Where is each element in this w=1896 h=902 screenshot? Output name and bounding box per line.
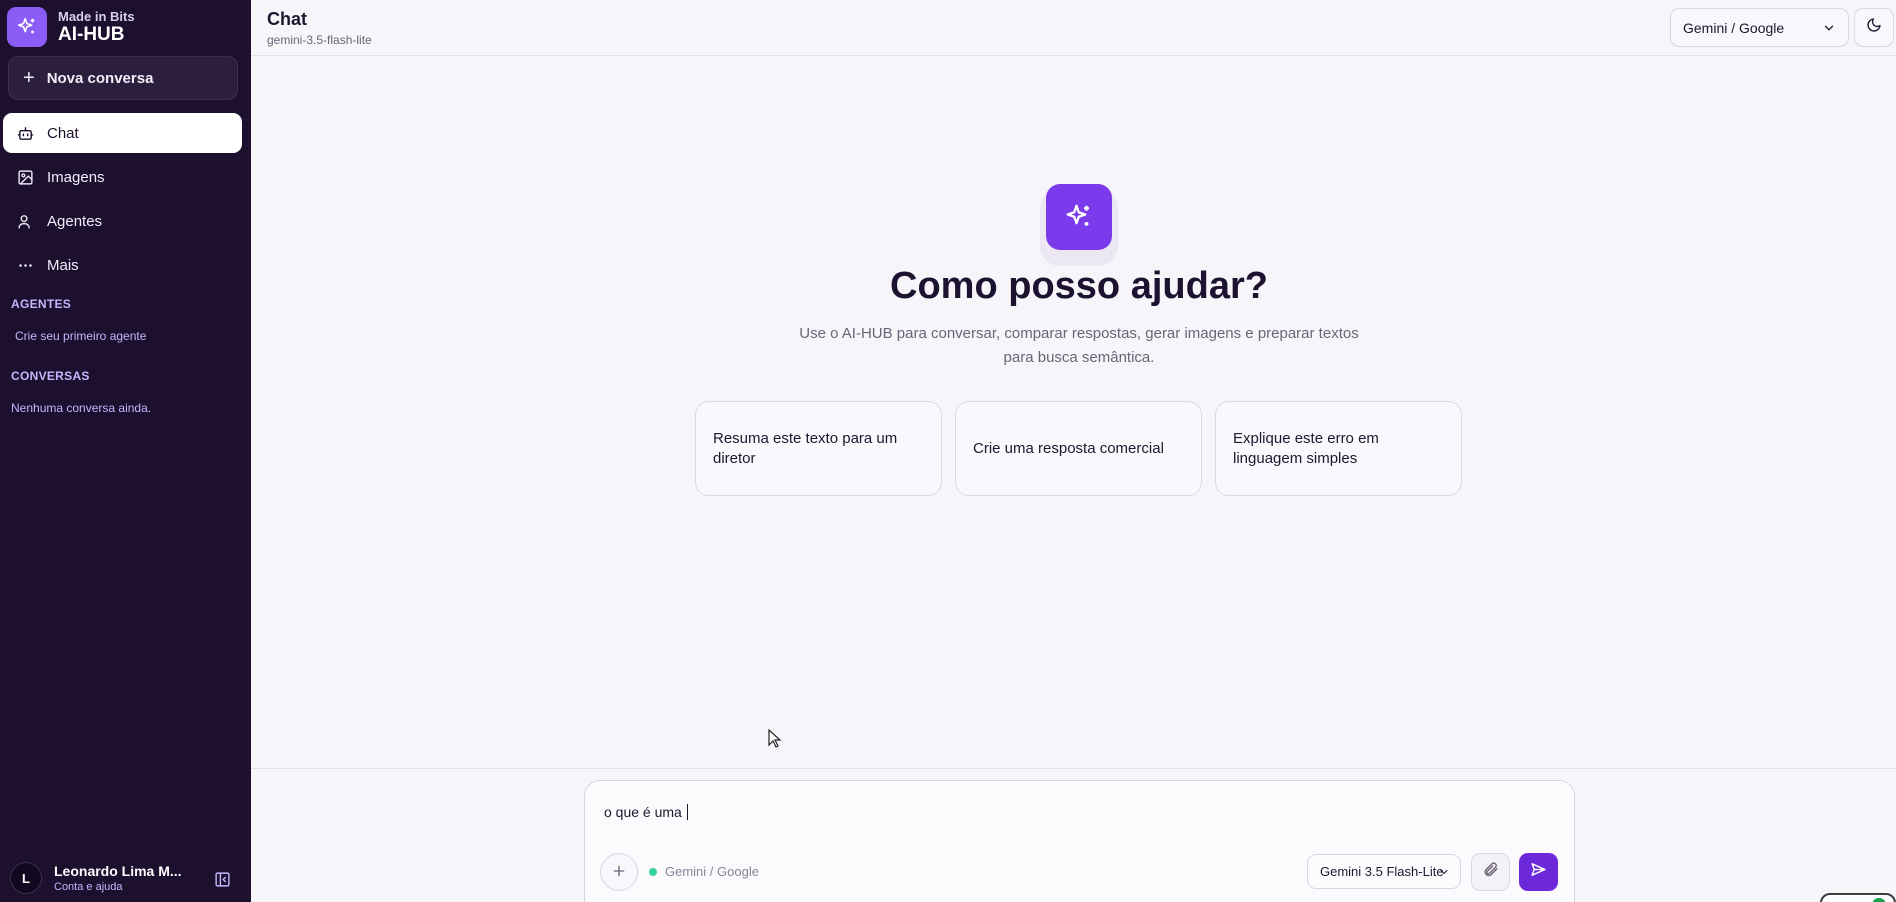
suggestion-card[interactable]: Crie uma resposta comercial <box>955 401 1202 496</box>
message-input-value: o que é uma <box>604 804 686 820</box>
sidebar-item-chat[interactable]: Chat <box>3 113 242 153</box>
theme-toggle-button[interactable] <box>1854 8 1894 47</box>
conversations-section-title: CONVERSAS <box>11 369 90 383</box>
floating-widget[interactable] <box>1820 893 1896 902</box>
text-cursor <box>686 804 688 820</box>
brand-title: AI-HUB <box>58 23 125 45</box>
composer-divider <box>251 768 1896 769</box>
avatar: L <box>10 862 42 894</box>
agents-section-title: AGENTES <box>11 297 72 311</box>
chevron-down-icon <box>1438 866 1450 881</box>
sidebar-item-label: Imagens <box>47 168 105 186</box>
sidebar-item-agentes[interactable]: Agentes <box>3 201 242 241</box>
new-chat-label: Nova conversa <box>46 69 154 87</box>
chevron-down-icon <box>1822 21 1836 38</box>
add-attachment-button[interactable] <box>600 853 638 891</box>
message-input[interactable]: o que é uma <box>604 804 688 820</box>
send-button[interactable] <box>1519 853 1558 891</box>
message-composer: o que é uma Gemini / Google Gemini 3.5 F… <box>584 780 1575 902</box>
send-icon <box>1530 861 1547 883</box>
provider-select[interactable]: Gemini / Google <box>1670 8 1849 47</box>
sidebar-item-label: Agentes <box>47 212 103 230</box>
composer-provider-label: Gemini / Google <box>665 864 759 879</box>
bot-icon <box>15 123 35 143</box>
conversations-empty-text: Nenhuma conversa ainda. <box>11 401 152 415</box>
plus-icon: + <box>23 67 35 89</box>
more-icon <box>15 255 35 275</box>
sidebar-item-label: Mais <box>47 256 79 274</box>
sidebar-item-imagens[interactable]: Imagens <box>3 157 242 197</box>
mouse-pointer-icon <box>768 728 782 754</box>
page-title: Chat <box>267 9 307 29</box>
paperclip-icon <box>1482 861 1499 883</box>
user-icon <box>15 211 35 231</box>
model-id: gemini-3.5-flash-lite <box>267 33 372 47</box>
brand-subtitle: Made in Bits <box>58 8 135 24</box>
suggestion-card[interactable]: Explique este erro em linguagem simples <box>1215 401 1462 496</box>
hero-sparkles-icon <box>1046 184 1112 250</box>
model-select-value: Gemini 3.5 Flash-Lite <box>1320 864 1444 879</box>
brand[interactable]: Made in Bits AI-HUB <box>7 7 135 47</box>
create-agent-link[interactable]: Crie seu primeiro agente <box>15 329 146 343</box>
user-account[interactable]: L Leonardo Lima M... Conta e ajuda <box>10 862 186 894</box>
status-dot <box>1872 898 1886 902</box>
model-select[interactable]: Gemini 3.5 Flash-Lite <box>1307 854 1461 889</box>
collapse-sidebar-icon[interactable] <box>212 869 232 889</box>
sparkles-icon <box>7 7 47 47</box>
status-dot <box>649 868 657 876</box>
moon-icon <box>1866 17 1882 38</box>
sidebar-item-mais[interactable]: Mais <box>3 245 242 285</box>
attach-file-button[interactable] <box>1471 853 1510 891</box>
hero-description: Use o AI-HUB para conversar, comparar re… <box>799 325 1359 366</box>
new-chat-button[interactable]: + Nova conversa <box>8 56 238 100</box>
provider-select-value: Gemini / Google <box>1683 19 1785 36</box>
image-icon <box>15 167 35 187</box>
user-name: Leonardo Lima M... <box>54 863 182 879</box>
plus-icon <box>611 859 627 885</box>
suggestion-card[interactable]: Resuma este texto para um diretor <box>695 401 942 496</box>
sidebar-item-label: Chat <box>47 124 79 142</box>
sidebar: Made in Bits AI-HUB + Nova conversa Chat… <box>0 0 251 902</box>
top-header: Chat gemini-3.5-flash-lite Gemini / Goog… <box>251 0 1896 56</box>
user-subtitle: Conta e ajuda <box>54 881 123 893</box>
hero-title: Como posso ajudar? <box>890 265 1268 307</box>
